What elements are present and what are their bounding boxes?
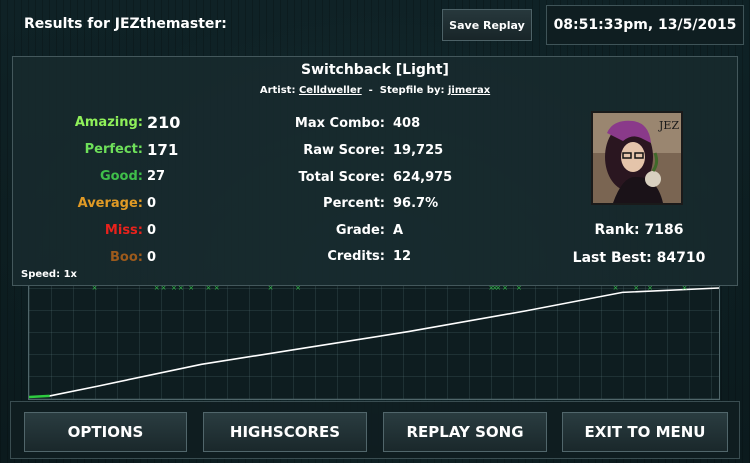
stat-label: Max Combo: [294, 116, 385, 131]
rank-label: Rank: [594, 222, 640, 238]
judgement-average: Average: 0 [43, 196, 193, 216]
stat-label: Raw Score: [303, 143, 385, 158]
song-title: Switchback [Light] [301, 62, 449, 78]
miss-marker: × [502, 286, 508, 292]
last-best-label: Last Best: [572, 250, 652, 266]
stat-total-score: Total Score: 624,975 [263, 170, 513, 190]
score-start-segment [28, 394, 50, 399]
speed-label: Speed: 1x [21, 269, 77, 280]
datetime-display: 08:51:33pm, 13/5/2015 [546, 5, 744, 45]
miss-marker: × [633, 286, 639, 292]
stat-value: A [393, 223, 404, 238]
replay-song-button[interactable]: REPLAY SONG [383, 412, 547, 452]
judgement-good: Good: 27 [43, 169, 193, 189]
stat-label: Grade: [335, 223, 385, 238]
stat-label: Total Score: [298, 170, 385, 185]
artist-link[interactable]: Celldweller [299, 85, 362, 96]
score-graph: × × × × × × × × × × × × × × × × × × × [28, 284, 720, 400]
miss-marker: × [647, 286, 653, 292]
miss-marker: × [154, 286, 160, 292]
stat-value: 96.7% [393, 196, 439, 211]
judgement-label: Good: [99, 169, 143, 184]
stat-max-combo: Max Combo: 408 [263, 116, 513, 136]
judgement-value: 210 [147, 113, 181, 132]
judgement-perfect: Perfect: 171 [43, 141, 193, 162]
miss-marker: × [268, 286, 274, 292]
judgement-miss: Miss: 0 [43, 223, 193, 243]
save-replay-button[interactable]: Save Replay [442, 9, 532, 41]
highscores-button[interactable]: HIGHSCORES [203, 412, 367, 452]
judgement-value: 0 [147, 250, 157, 265]
miss-marker: × [295, 286, 301, 292]
bottom-button-bar: OPTIONS HIGHSCORES REPLAY SONG EXIT TO M… [10, 401, 740, 459]
options-button[interactable]: OPTIONS [24, 412, 187, 452]
score-graph-plot: × × × × × × × × × × ××× × × × × × × [28, 284, 720, 399]
meta-separator: - [368, 85, 373, 96]
stat-grade: Grade: A [263, 223, 513, 243]
judgement-value: 0 [147, 196, 157, 211]
song-meta: Artist: Celldweller - Stepfile by: jimer… [13, 85, 737, 96]
last-best: Last Best: 84710 [565, 250, 713, 266]
judgement-value: 27 [147, 169, 166, 184]
miss-marker: × [92, 286, 98, 292]
stat-value: 19,725 [393, 143, 444, 158]
stat-percent: Percent: 96.7% [263, 196, 513, 216]
exit-to-menu-button[interactable]: EXIT TO MENU [562, 412, 728, 452]
avatar-image: JEZ [593, 113, 681, 203]
miss-marker: × [516, 286, 522, 292]
results-title: Results for JEZthemaster: [24, 16, 227, 32]
stat-label: Credits: [327, 249, 385, 264]
stat-raw-score: Raw Score: 19,725 [263, 143, 513, 163]
results-panel: Switchback [Light] Artist: Celldweller -… [12, 56, 738, 286]
miss-marker: × [214, 286, 220, 292]
judgement-label: Miss: [104, 223, 143, 238]
stat-value: 12 [393, 249, 412, 264]
stat-label: Percent: [323, 196, 385, 211]
judgement-label: Perfect: [84, 142, 143, 157]
rank-value: 7186 [644, 222, 684, 238]
judgement-label: Amazing: [74, 115, 143, 130]
miss-marker: × [161, 286, 167, 292]
player-rank: Rank: 7186 [565, 222, 713, 238]
miss-marker: × [171, 286, 177, 292]
judgement-boo: Boo: 0 [43, 250, 193, 270]
stepfile-author-link[interactable]: jimerax [448, 85, 490, 96]
judgement-label: Boo: [110, 250, 143, 265]
judgement-value: 0 [147, 223, 157, 238]
artist-label: Artist: [259, 85, 296, 96]
miss-marker: × [188, 286, 194, 292]
judgement-value: 171 [147, 141, 179, 159]
judgement-amazing: Amazing: 210 [43, 113, 193, 135]
player-avatar: JEZ [591, 111, 683, 205]
stat-value: 624,975 [393, 170, 453, 185]
stepfile-label: Stepfile by: [379, 85, 445, 96]
miss-marker: × [495, 286, 501, 292]
miss-marker: × [205, 286, 211, 292]
miss-marker: × [178, 286, 184, 292]
stat-value: 408 [393, 116, 421, 131]
miss-marker: × [613, 286, 619, 292]
avatar-signature: JEZ [658, 119, 679, 132]
miss-marker: × [682, 286, 688, 292]
last-best-value: 84710 [656, 250, 706, 266]
judgement-label: Average: [77, 196, 143, 211]
score-progress-line [28, 287, 720, 398]
stat-credits: Credits: 12 [263, 249, 513, 269]
